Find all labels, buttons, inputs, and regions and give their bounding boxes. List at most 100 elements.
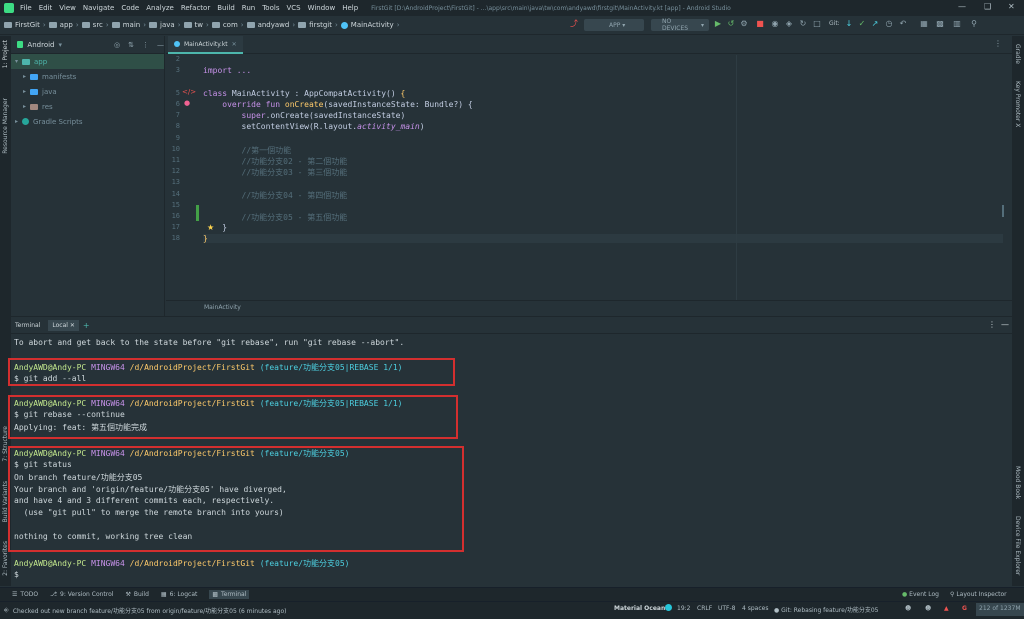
editor-tab-mainactivity[interactable]: MainActivity.kt ✕ xyxy=(168,36,243,54)
override-gutter-icon[interactable]: ● xyxy=(184,99,190,107)
breadcrumb-src[interactable]: src › xyxy=(81,21,109,29)
attach-debugger-icon[interactable]: ◈ xyxy=(785,19,793,28)
tree-item-app[interactable]: ▾ app xyxy=(11,54,164,69)
code-editor[interactable]: import ... class MainActivity : AppCompa… xyxy=(200,55,1012,300)
menu-refactor[interactable]: Refactor xyxy=(181,4,210,12)
status-message[interactable]: Checked out new branch feature/功能分支05 fr… xyxy=(13,606,287,615)
menu-edit[interactable]: Edit xyxy=(39,4,53,12)
inspection-icon[interactable]: ☻ xyxy=(905,605,911,612)
terminal-tab-local[interactable]: Local ✕ xyxy=(48,319,79,331)
git-history-icon[interactable]: ◷ xyxy=(885,19,893,28)
search-everywhere-icon[interactable]: ⚲ xyxy=(970,19,978,28)
breadcrumb-java[interactable]: java › xyxy=(149,21,181,29)
tree-item-res[interactable]: ▸ res xyxy=(11,99,164,114)
mood-book-tab[interactable]: Mood Book xyxy=(1014,466,1021,499)
theme-label[interactable]: Material Oceanic xyxy=(614,605,671,612)
tree-item-gradle-scripts[interactable]: ▸ Gradle Scripts xyxy=(11,114,164,129)
breadcrumb-com[interactable]: com › xyxy=(211,21,244,29)
maximize-icon[interactable]: ❑ xyxy=(984,2,991,11)
breadcrumb-main[interactable]: main › xyxy=(111,21,146,29)
git-push-icon[interactable]: ↗ xyxy=(871,19,879,28)
collapse-icon[interactable]: ⇅ xyxy=(128,41,134,49)
version-control-tab[interactable]: ⎇ 9: Version Control xyxy=(50,591,113,598)
event-icon[interactable]: ☻ xyxy=(925,605,931,612)
menu-code[interactable]: Code xyxy=(121,4,139,12)
event-log-tab[interactable]: ● Event Log xyxy=(902,591,939,598)
target-icon[interactable]: ◎ xyxy=(114,41,120,49)
options-icon[interactable]: ⋮ xyxy=(142,41,149,49)
layout-inspector-tab[interactable]: ⚲ Layout Inspector xyxy=(950,591,1007,598)
git-commit-icon[interactable]: ✓ xyxy=(858,19,866,28)
todo-tab[interactable]: ☰ TODO xyxy=(12,591,38,598)
logcat-tab[interactable]: ▦ 6: Logcat xyxy=(161,591,197,598)
apply-changes-icon[interactable]: ↺ xyxy=(727,19,735,28)
list-icon: ☰ xyxy=(12,591,18,598)
google-icon[interactable]: G xyxy=(962,605,967,612)
line-separator[interactable]: CRLF xyxy=(697,605,712,612)
file-encoding[interactable]: UTF-8 xyxy=(718,605,736,612)
project-structure-icon[interactable]: ▦ xyxy=(920,19,928,28)
run-icon[interactable]: ▶ xyxy=(714,19,722,28)
options-icon[interactable]: ⋮ xyxy=(994,39,1002,48)
close-tab-icon[interactable]: ✕ xyxy=(232,41,237,48)
gradle-icon xyxy=(22,118,30,125)
git-update-icon[interactable]: ↓ xyxy=(845,19,853,28)
indent-setting[interactable]: 4 spaces xyxy=(742,605,768,612)
breadcrumb-mainactivity[interactable]: MainActivity › xyxy=(340,21,400,29)
git-branch-widget[interactable]: ● Git: Rebasing feature/功能分支05 xyxy=(774,605,878,614)
hide-icon[interactable]: — xyxy=(157,41,164,49)
memory-indicator[interactable]: 212 of 1237M xyxy=(976,603,1024,616)
build-tab[interactable]: ⚒ Build xyxy=(125,591,148,598)
caret-position[interactable]: 19:2 xyxy=(677,605,690,612)
menu-run[interactable]: Run xyxy=(242,4,255,12)
git-rollback-icon[interactable]: ↶ xyxy=(899,19,907,28)
device-select[interactable]: NO DEVICES ▾ xyxy=(651,18,709,32)
tree-item-java[interactable]: ▸ java xyxy=(11,84,164,99)
stop-icon[interactable]: ■ xyxy=(756,19,764,28)
sync-icon[interactable]: ↻ xyxy=(799,19,807,28)
menu-navigate[interactable]: Navigate xyxy=(83,4,114,12)
close-icon[interactable]: ✕ xyxy=(1008,2,1015,11)
debug-icon[interactable]: ⚙ xyxy=(740,19,748,28)
profile-icon[interactable]: ◉ xyxy=(771,19,779,28)
run-config-select[interactable]: APP ▾ xyxy=(584,19,644,31)
add-terminal-icon[interactable]: + xyxy=(83,321,90,330)
menu-file[interactable]: File xyxy=(20,4,32,12)
terminal-tab[interactable]: ▩ Terminal xyxy=(209,590,250,599)
menu-window[interactable]: Window xyxy=(308,4,336,12)
menu-vcs[interactable]: VCS xyxy=(286,4,300,12)
breadcrumb-andyawd[interactable]: andyawd › xyxy=(246,21,295,29)
device-file-explorer-tab[interactable]: Device File Explorer xyxy=(1014,516,1021,575)
breadcrumb-tw[interactable]: tw › xyxy=(183,21,209,29)
minimize-icon[interactable]: — xyxy=(958,2,966,11)
menu-tools[interactable]: Tools xyxy=(262,4,279,12)
hide-icon[interactable]: — xyxy=(1001,320,1009,329)
menu-help[interactable]: Help xyxy=(342,4,358,12)
gradle-tab[interactable]: Gradle xyxy=(1014,44,1021,64)
project-view-select[interactable]: Android xyxy=(27,41,54,49)
class-gutter-icon[interactable]: </> xyxy=(182,88,196,96)
project-tool-tab[interactable]: 1: Project xyxy=(2,40,9,68)
terminal-output[interactable]: To abort and get back to the state befor… xyxy=(8,335,1012,586)
key-promoter-tab[interactable]: Key Promoter X xyxy=(1014,81,1021,127)
sdk-manager-icon[interactable]: ▩ xyxy=(936,19,944,28)
menu-analyze[interactable]: Analyze xyxy=(146,4,174,12)
editor-breadcrumb[interactable]: MainActivity xyxy=(204,304,241,311)
breadcrumb-app[interactable]: app › xyxy=(48,21,79,29)
layout-inspector-icon[interactable]: ▥ xyxy=(953,19,961,28)
menu-build[interactable]: Build xyxy=(217,4,235,12)
close-tab-icon[interactable]: ✕ xyxy=(70,322,75,329)
breadcrumb-firstgit[interactable]: firstgit › xyxy=(298,21,338,29)
chevron-down-icon[interactable]: ▾ xyxy=(59,41,63,49)
logcat-icon: ▦ xyxy=(160,591,167,598)
options-icon[interactable]: ⋮ xyxy=(988,320,996,329)
avd-manager-icon[interactable]: □ xyxy=(813,19,821,28)
resource-manager-tab[interactable]: Resource Manager xyxy=(2,98,9,154)
scrollbar-thumb[interactable] xyxy=(1002,205,1004,217)
warning-icon[interactable]: ▲ xyxy=(944,605,949,612)
menu-view[interactable]: View xyxy=(59,4,76,12)
breadcrumb-project[interactable]: FirstGit › xyxy=(4,21,46,29)
lightbulb-icon[interactable]: ★ xyxy=(207,223,214,232)
hammer-icon[interactable]: ⤴ xyxy=(570,19,578,28)
tree-item-manifests[interactable]: ▸ manifests xyxy=(11,69,164,84)
